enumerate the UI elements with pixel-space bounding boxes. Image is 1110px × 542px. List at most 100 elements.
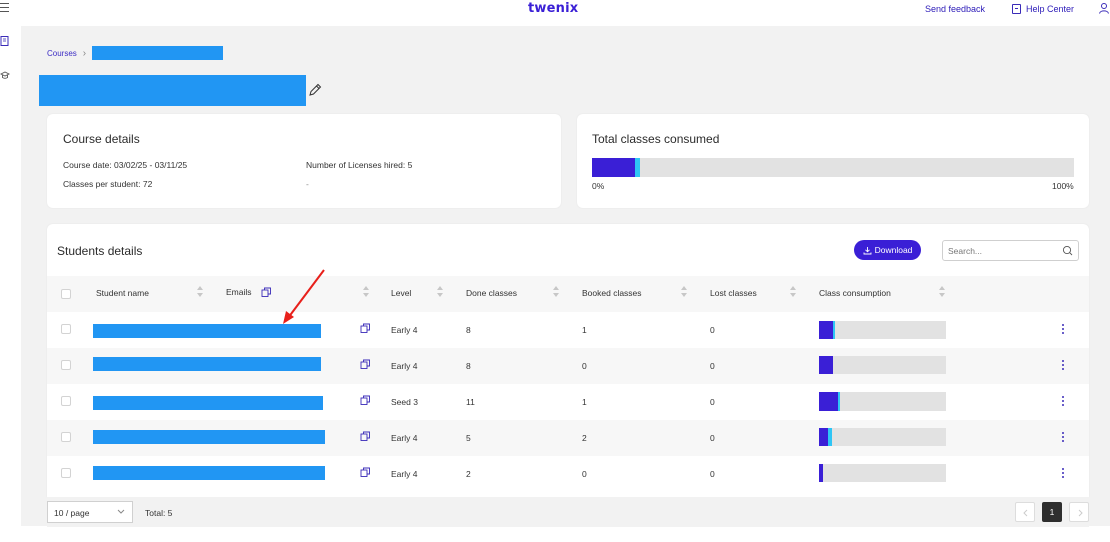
row-more-icon[interactable] [1061,432,1065,444]
select-all-checkbox[interactable] [61,289,71,299]
total-consumed-fill [592,158,636,177]
app-logo[interactable]: twenix [528,1,578,16]
class-consumption-bar [819,356,946,374]
row-more-icon[interactable] [1061,360,1065,372]
course-details-title: Course details [63,132,140,146]
sort-booked-classes-icon[interactable] [681,285,687,299]
page-1-button[interactable]: 1 [1042,502,1062,522]
consumed-fill [819,428,828,446]
sidebar-courses-icon[interactable] [0,36,10,46]
row-checkbox[interactable] [61,468,71,478]
send-feedback-link[interactable]: Send feedback [925,4,985,14]
annotation-arrow-icon [283,269,325,324]
student-name-redacted [93,357,321,371]
course-date-value: 03/02/25 - 03/11/25 [114,160,188,170]
level-cell: Seed 3 [391,397,418,407]
chevron-right-icon: › [82,47,87,59]
lost-classes-cell: 0 [710,397,715,407]
download-button[interactable]: Download [854,240,921,260]
classes-per-student: Classes per student: 72 [63,179,152,189]
sort-level-icon[interactable] [437,285,443,299]
level-cell: Early 4 [391,469,418,479]
licenses-dash: - [306,179,309,189]
sidebar-students-icon[interactable] [0,70,10,80]
student-name-redacted [93,324,321,338]
booked-classes-cell: 0 [582,361,587,371]
consumed-fill [819,321,833,339]
edit-pencil-icon[interactable] [307,82,323,98]
col-emails[interactable]: Emails [226,287,252,297]
pagination-bar [47,497,1089,527]
student-name-redacted [93,430,325,444]
booked-classes-cell: 2 [582,433,587,443]
col-level[interactable]: Level [391,288,411,298]
done-classes-cell: 2 [466,469,471,479]
row-more-icon[interactable] [1061,468,1065,480]
col-student-name[interactable]: Student name [96,288,149,298]
row-checkbox[interactable] [61,324,71,334]
sort-class-consumption-icon[interactable] [939,285,945,299]
classes-per-student-value: 72 [142,179,153,189]
lost-classes-cell: 0 [710,361,715,371]
booked-fill [832,321,835,339]
licenses-hired: Number of Licenses hired: 5 [306,160,412,170]
sort-emails-icon[interactable] [363,285,369,299]
total-classes-title: Total classes consumed [592,132,720,146]
student-name-redacted [93,466,325,480]
col-lost-classes[interactable]: Lost classes [710,288,757,298]
sort-lost-classes-icon[interactable] [790,285,796,299]
top-bar: twenix Send feedback Help Center [0,0,1110,24]
download-label: Download [874,245,913,255]
copy-email-icon[interactable] [360,359,371,370]
help-center-label: Help Center [1026,4,1075,14]
booked-classes-cell: 1 [582,397,587,407]
licenses-label: Number of Licenses hired: [306,160,406,170]
classes-per-student-label: Classes per student: [63,179,141,189]
level-cell: Early 4 [391,433,418,443]
copy-emails-icon[interactable] [261,287,272,298]
page-size-value: 10 / page [54,508,90,518]
sort-student-name-icon[interactable] [197,285,203,299]
search-input[interactable] [948,244,1058,258]
page-size-select[interactable]: 10 / page [47,501,133,523]
row-checkbox[interactable] [61,360,71,370]
copy-email-icon[interactable] [360,467,371,478]
row-more-icon[interactable] [1061,396,1065,408]
copy-email-icon[interactable] [360,431,371,442]
done-classes-cell: 8 [466,325,471,335]
students-details-title: Students details [57,244,143,258]
row-more-icon[interactable] [1061,324,1065,336]
chevron-right-icon [1078,509,1083,517]
breadcrumb-courses-link[interactable]: Courses [47,49,77,58]
licenses-value: 5 [407,160,413,170]
level-cell: Early 4 [391,361,418,371]
consumed-fill [819,356,833,374]
search-icon[interactable] [1062,245,1073,256]
col-done-classes[interactable]: Done classes [466,288,517,298]
total-classes-bar [592,158,1074,177]
menu-icon[interactable] [0,3,10,13]
prev-page-button[interactable] [1015,502,1035,522]
next-page-button[interactable] [1069,502,1089,522]
row-checkbox[interactable] [61,396,71,406]
chevron-left-icon [1023,509,1028,517]
help-book-icon [1012,4,1021,14]
help-center-link[interactable]: Help Center [1012,4,1074,14]
copy-email-icon[interactable] [360,323,371,334]
col-class-consumption[interactable]: Class consumption [819,288,891,298]
lost-classes-cell: 0 [710,325,715,335]
user-icon[interactable] [1098,2,1110,14]
col-booked-classes[interactable]: Booked classes [582,288,642,298]
row-checkbox[interactable] [61,432,71,442]
course-date: Course date: 03/02/25 - 03/11/25 [63,160,187,170]
copy-email-icon[interactable] [360,395,371,406]
course-title-redacted [39,75,306,106]
class-consumption-bar [819,392,946,411]
sort-done-classes-icon[interactable] [553,285,559,299]
chevron-down-icon [117,509,125,514]
course-date-label: Course date: [63,160,112,170]
search-field[interactable] [942,240,1079,261]
total-max-label: 100% [1052,181,1074,191]
download-icon [863,246,872,254]
breadcrumb-current-redacted [92,46,224,60]
